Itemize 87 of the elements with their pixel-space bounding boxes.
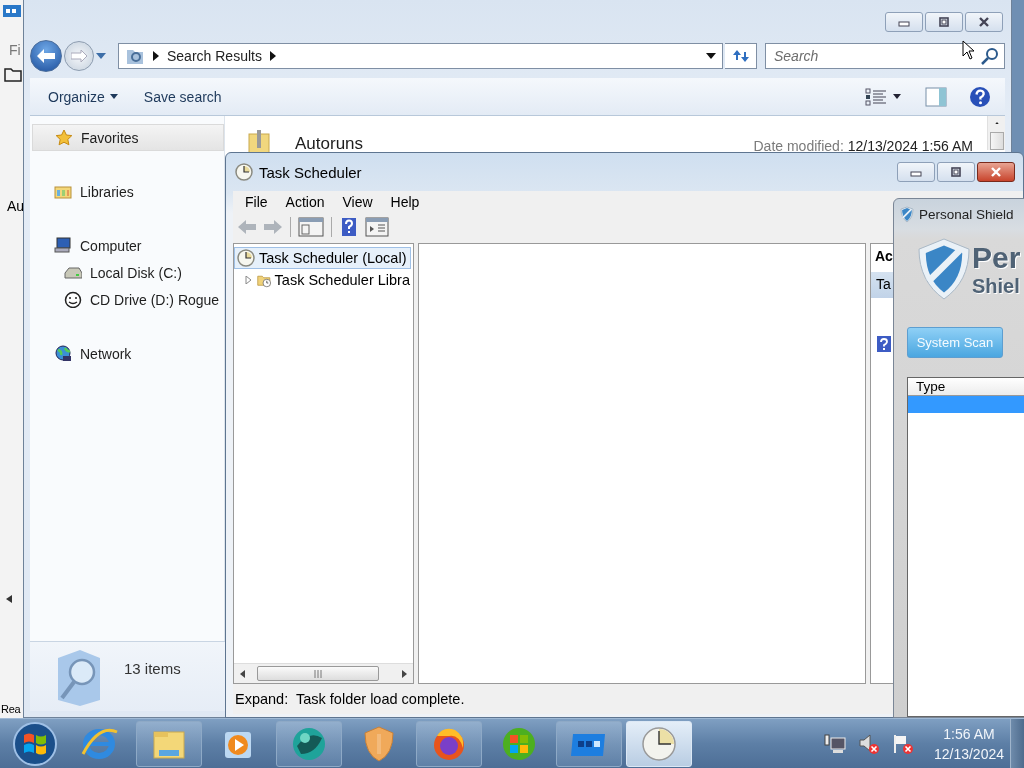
toolbar-button[interactable]: Save search [137, 84, 228, 109]
shield-icon [900, 205, 914, 223]
help-icon [339, 217, 359, 237]
menu-item[interactable]: Fi [0, 36, 23, 62]
tree-item[interactable]: Task Scheduler Libra [234, 269, 411, 291]
drive-icon [64, 264, 82, 281]
help-icon [969, 85, 991, 108]
chevron-right-icon [269, 51, 276, 61]
scroll-left-icon [240, 669, 245, 678]
vertical-scrollbar[interactable] [987, 116, 1005, 150]
caret-icon [96, 53, 106, 59]
list-item: Au [6, 197, 23, 216]
refresh-button[interactable] [725, 43, 757, 69]
scroll-right-icon [402, 669, 407, 678]
window-title: Personal Shield [919, 206, 1014, 222]
nav-item[interactable]: CD Drive (D:) Rogue [32, 286, 224, 313]
close-button[interactable] [977, 162, 1015, 182]
item-count: 13 items [124, 660, 181, 679]
taskbar-app[interactable] [276, 720, 342, 767]
maximize-button[interactable] [925, 12, 963, 32]
file-name[interactable]: Autoruns [295, 134, 364, 154]
library-icon [54, 183, 72, 200]
pane-title: Ac [874, 248, 894, 266]
shield-logo-icon [918, 238, 970, 300]
help-icon [877, 336, 891, 352]
menu-item[interactable]: File [243, 194, 270, 210]
nav-item[interactable]: Network [32, 340, 224, 367]
date-modified: Date modified: 12/13/2024 1:56 AM [753, 138, 973, 154]
pane-icon [925, 86, 947, 107]
speaker-muted-icon [857, 732, 880, 755]
four-color-flag-icon [12, 720, 58, 767]
maximize-button[interactable] [937, 162, 975, 182]
clock-icon [237, 249, 255, 267]
back-button[interactable] [30, 40, 62, 72]
list-view-icon [865, 87, 887, 106]
minimize-button[interactable] [885, 12, 923, 32]
logo-text: Per [972, 240, 1021, 275]
window-title: Task Scheduler [259, 163, 363, 181]
close-button[interactable] [965, 12, 1003, 32]
nav-item[interactable]: Libraries [32, 178, 224, 205]
maximize-icon [949, 166, 963, 178]
star-icon [55, 129, 73, 146]
back-icon [237, 217, 257, 237]
breadcrumb[interactable]: Search Results [167, 48, 262, 64]
forward-icon [263, 217, 283, 237]
action-pane-icon [365, 217, 389, 237]
nav-item[interactable]: Favorites [32, 124, 224, 151]
menu-item[interactable]: View [340, 194, 375, 210]
show-desktop-button[interactable] [1010, 719, 1024, 768]
folder-icon [4, 66, 22, 82]
clock-button[interactable]: 1:56 AM 12/13/2024 [933, 725, 1004, 762]
back-arrow-icon [37, 49, 55, 63]
forward-arrow-icon [71, 50, 87, 62]
scroll-left-icon [6, 595, 12, 603]
globe-icon [54, 345, 72, 362]
clock-icon [235, 163, 253, 181]
menu-item[interactable]: Action [283, 194, 327, 210]
action-pane-button[interactable] [363, 216, 391, 238]
dropdown-caret-icon [706, 53, 716, 59]
nav-item[interactable]: Computer [32, 232, 224, 259]
tree-item[interactable]: Task Scheduler (Local) [234, 247, 411, 269]
flag-icon [891, 732, 914, 755]
refresh-arrows-icon [730, 48, 751, 64]
console-tree-button[interactable] [296, 216, 326, 238]
minimize-button[interactable] [897, 162, 935, 182]
chevron-right-icon [153, 51, 159, 61]
maximize-icon [937, 16, 951, 28]
horizontal-scrollbar[interactable] [234, 663, 413, 683]
toolbar-button[interactable]: Organize [42, 84, 124, 109]
menu-item[interactable]: Help [388, 194, 422, 210]
forward-button[interactable] [64, 41, 94, 71]
taskbar-app[interactable] [136, 720, 202, 767]
network-icon [823, 733, 846, 754]
logo-text: Shiel [972, 274, 1021, 298]
console-tree-icon [298, 217, 324, 237]
nav-item[interactable]: Local Disk (C:) [32, 259, 224, 286]
address-bar[interactable]: Search Results [118, 43, 723, 69]
close-icon [989, 166, 1003, 178]
close-icon [977, 16, 991, 28]
status-text: Rea [1, 703, 21, 715]
taskbar-app[interactable] [556, 720, 622, 767]
computer-icon [54, 237, 72, 254]
grip-icon [314, 669, 322, 678]
disc-face-icon [64, 291, 82, 308]
caret-icon [109, 94, 118, 99]
taskbar-app[interactable] [416, 720, 482, 767]
scrollbar-thumb[interactable] [257, 666, 379, 681]
